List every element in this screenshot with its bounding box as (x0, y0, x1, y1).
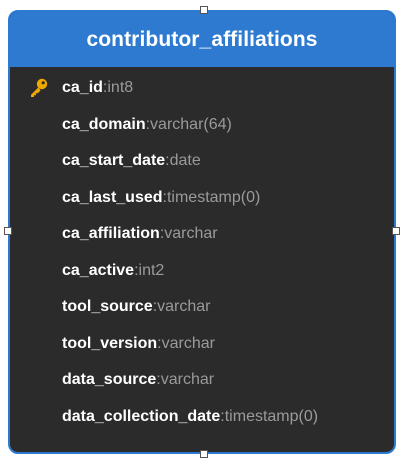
column-type: varchar (161, 334, 215, 352)
table-title: contributor_affiliations (10, 12, 394, 67)
column-type: varchar (160, 371, 215, 389)
resize-handle-left[interactable] (4, 227, 12, 235)
column-type: date (169, 152, 201, 170)
column-row[interactable]: tool_source: varchar (10, 289, 394, 326)
column-row[interactable]: data_collection_date: timestamp(0) (10, 399, 394, 436)
column-list: ca_id: int8 ca_domain: varchar(64) ca_st… (10, 70, 394, 435)
resize-handle-right[interactable] (392, 227, 400, 235)
resize-handle-bottom[interactable] (200, 450, 208, 458)
column-name: ca_active (62, 261, 135, 279)
column-name: tool_version (62, 334, 158, 352)
column-name: ca_id (62, 79, 103, 97)
column-name: ca_domain (62, 115, 146, 133)
key-icon (28, 77, 50, 99)
column-row[interactable]: ca_affiliation: varchar (10, 216, 394, 253)
column-type: varchar (164, 225, 218, 243)
column-row[interactable]: data_source: varchar (10, 362, 394, 399)
column-type: int2 (138, 261, 165, 279)
column-row[interactable]: ca_domain: varchar(64) (10, 107, 394, 144)
column-row[interactable]: ca_last_used: timestamp(0) (10, 180, 394, 217)
column-type: varchar(64) (150, 115, 232, 133)
column-name: data_source (62, 371, 157, 389)
table-entity[interactable]: contributor_affiliations ca_id: int8 ca_… (8, 10, 396, 454)
column-name: ca_start_date (62, 152, 166, 170)
column-name: ca_affiliation (62, 225, 160, 243)
column-type: timestamp(0) (166, 188, 261, 206)
column-row[interactable]: ca_id: int8 (10, 70, 394, 107)
column-row[interactable]: ca_start_date: date (10, 143, 394, 180)
column-name: data_collection_date (62, 407, 221, 425)
resize-handle-top[interactable] (200, 6, 208, 14)
column-type: int8 (107, 79, 134, 97)
column-type: varchar (157, 298, 211, 316)
column-row[interactable]: tool_version: varchar (10, 326, 394, 363)
column-name: ca_last_used (62, 188, 163, 206)
column-row[interactable]: ca_active: int2 (10, 253, 394, 290)
column-type: timestamp(0) (224, 407, 319, 425)
column-name: tool_source (62, 298, 153, 316)
